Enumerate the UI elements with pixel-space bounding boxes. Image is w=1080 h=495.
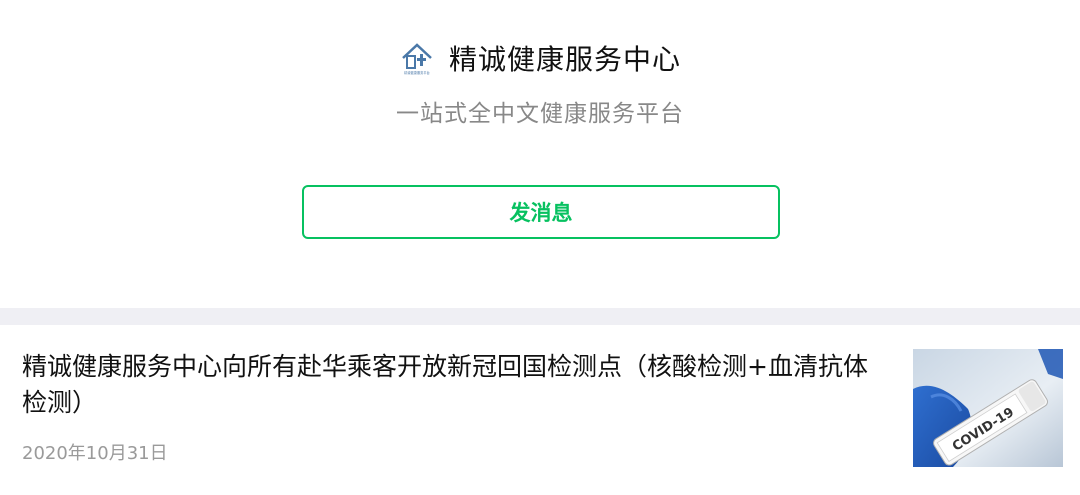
covid-test-tube-icon: COVID-19 [913, 349, 1063, 467]
account-tagline: 一站式全中文健康服务平台 [396, 101, 684, 127]
account-header: 精诚健康服务平台 精诚健康服务中心 [0, 38, 1080, 78]
account-name: 精诚健康服务中心 [448, 43, 681, 76]
send-message-button[interactable]: 发消息 [302, 185, 780, 239]
article-list-item[interactable]: 精诚健康服务中心向所有赴华乘客开放新冠回国检测点（核酸检测+血清抗体检测） 20… [0, 325, 1080, 495]
section-divider [0, 308, 1080, 325]
article-date: 2020年10月31日 [22, 443, 168, 464]
article-title: 精诚健康服务中心向所有赴华乘客开放新冠回国检测点（核酸检测+血清抗体检测） [22, 352, 868, 417]
account-profile: 精诚健康服务平台 精诚健康服务中心 一站式全中文健康服务平台 发消息 [0, 0, 1080, 308]
logo-caption: 精诚健康服务平台 [404, 70, 430, 75]
house-cross-icon: 精诚健康服务平台 [398, 40, 435, 76]
